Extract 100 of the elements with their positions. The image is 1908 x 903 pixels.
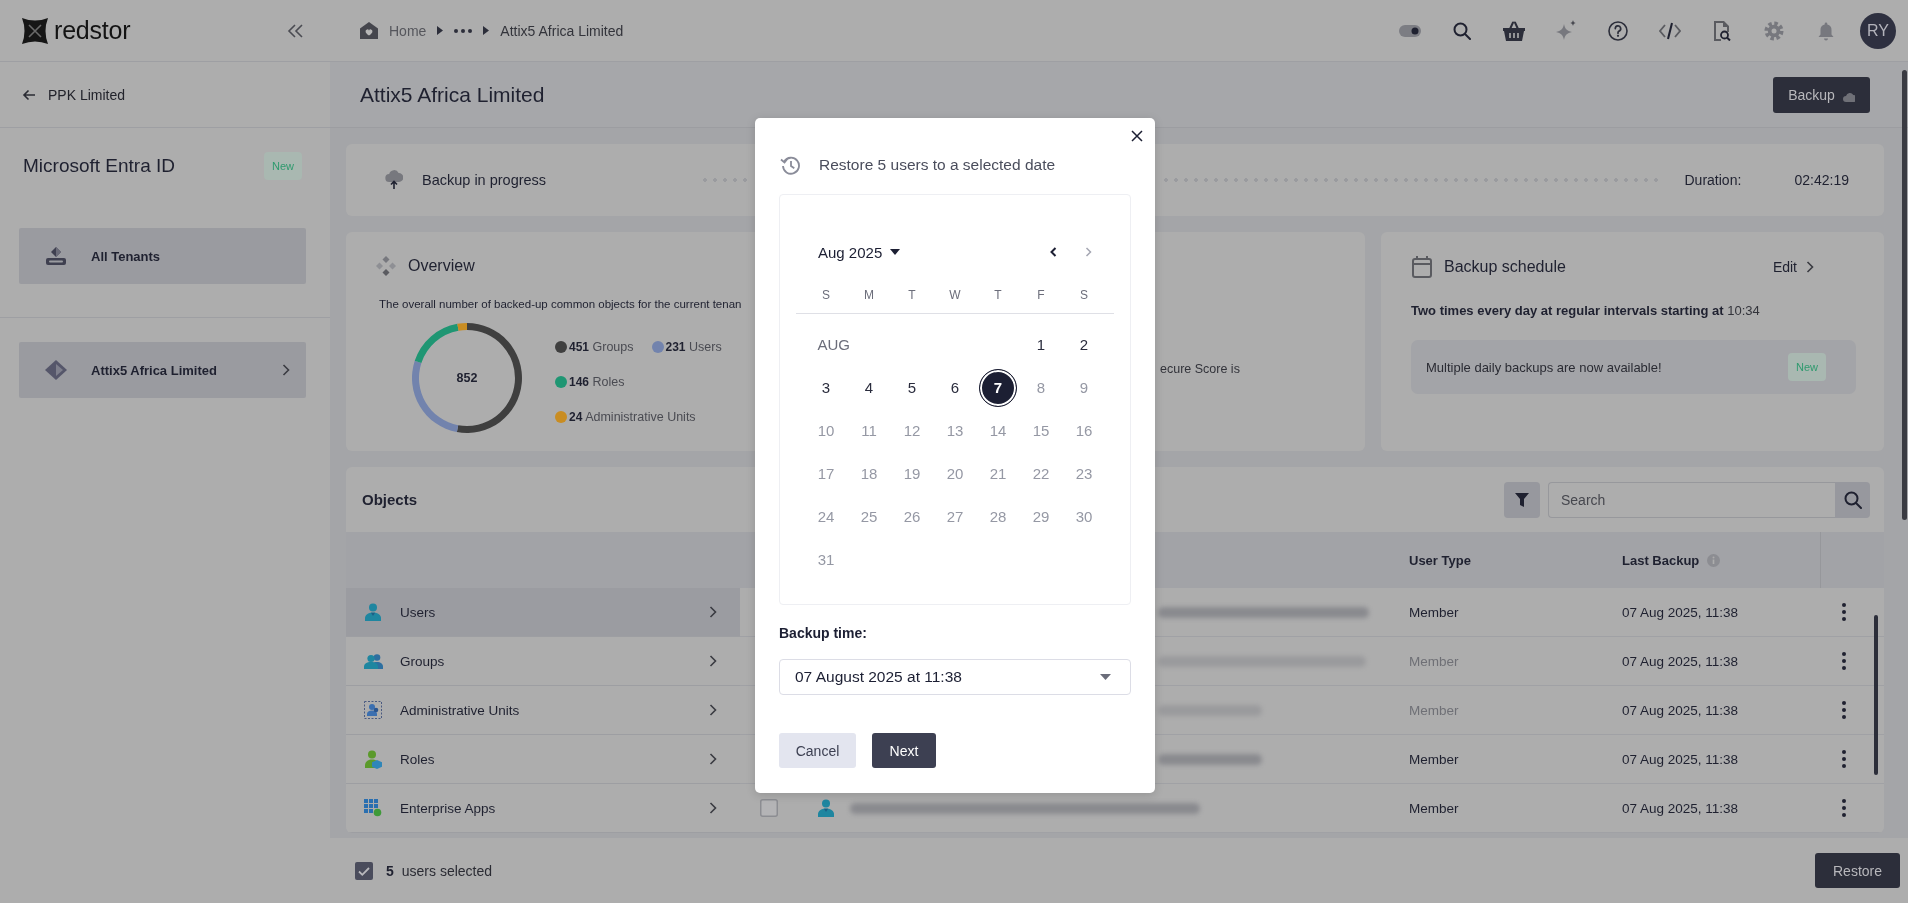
object-type-item[interactable]: Enterprise Apps bbox=[346, 784, 740, 833]
search-icon[interactable] bbox=[1453, 21, 1471, 40]
object-type-item[interactable]: Roles bbox=[346, 735, 740, 784]
time-select[interactable]: 07 August 2025 at 11:38 bbox=[779, 659, 1131, 695]
diamonds-icon bbox=[376, 256, 396, 276]
user-avatar[interactable]: RY bbox=[1860, 12, 1896, 49]
restore-button[interactable]: Restore bbox=[1815, 853, 1900, 888]
app-grid-icon bbox=[364, 799, 382, 817]
user-icon bbox=[365, 603, 381, 621]
kebab-menu-icon[interactable] bbox=[1842, 701, 1846, 719]
calendar-day[interactable]: 2 bbox=[1065, 325, 1103, 364]
history-icon bbox=[780, 155, 802, 175]
table-cell-text: Member bbox=[1408, 703, 1459, 718]
home-icon[interactable] bbox=[360, 22, 378, 39]
legend-label: 451 Groups bbox=[569, 340, 634, 354]
table-cell-text: 07 Aug 2025, 11:38 bbox=[1621, 654, 1739, 669]
logo-text: redstor bbox=[54, 16, 131, 45]
help-icon[interactable] bbox=[1608, 20, 1628, 41]
chevron-right-icon bbox=[709, 753, 717, 765]
kebab-menu-icon[interactable] bbox=[1842, 652, 1846, 670]
ellipsis-icon[interactable] bbox=[454, 28, 473, 33]
chevron-right-icon bbox=[282, 364, 290, 376]
weekday-label: S bbox=[1080, 288, 1088, 302]
calendar-icon bbox=[1412, 256, 1432, 278]
calendar-day[interactable]: 3 bbox=[807, 368, 845, 407]
search-field[interactable]: Search bbox=[1548, 481, 1835, 518]
sidebar-item[interactable]: All Tenants bbox=[19, 228, 306, 284]
object-type-item[interactable]: Groups bbox=[346, 637, 740, 686]
chevron-right-icon bbox=[709, 802, 717, 814]
toggle-icon[interactable] bbox=[1399, 24, 1421, 37]
schedule-summary: Two times every day at regular intervals starting at 10:34 bbox=[1411, 303, 1761, 319]
calendar-day[interactable]: 5 bbox=[893, 368, 931, 407]
collapse-icon[interactable] bbox=[287, 23, 303, 38]
table-cell-text: Member bbox=[1408, 605, 1459, 620]
backup-button[interactable]: Backup bbox=[1773, 76, 1870, 113]
donut-total: 852 bbox=[456, 371, 478, 385]
breadcrumb-link[interactable]: Home bbox=[389, 22, 427, 39]
cloud-upload-icon bbox=[385, 170, 403, 190]
column-header: User Type bbox=[1409, 552, 1471, 568]
caret-right-icon bbox=[483, 26, 490, 35]
filter-button[interactable] bbox=[1504, 481, 1540, 518]
calendar-day[interactable]: 7 bbox=[979, 368, 1017, 407]
kebab-menu-icon[interactable] bbox=[1842, 799, 1846, 817]
month-row-label: AUG bbox=[816, 336, 850, 353]
search-icon bbox=[1843, 490, 1862, 509]
duration-label: Duration: bbox=[1684, 172, 1742, 188]
weekday-label: W bbox=[949, 288, 961, 302]
basket-icon[interactable] bbox=[1503, 20, 1525, 41]
card-title: Overview bbox=[408, 257, 475, 275]
legend-label: 231 Users bbox=[665, 340, 722, 354]
scrollbar-thumb[interactable] bbox=[1902, 70, 1907, 520]
selected-count: 5 bbox=[386, 862, 394, 879]
scrollbar-thumb[interactable] bbox=[1874, 615, 1878, 775]
table-cell-text: 07 Aug 2025, 11:38 bbox=[1621, 605, 1739, 620]
diamond-icon bbox=[45, 360, 67, 380]
weekday-label: M bbox=[864, 288, 874, 302]
card-text: ecure Score is bbox=[1160, 362, 1240, 376]
chevron-right-icon bbox=[1806, 261, 1814, 273]
checkbox[interactable] bbox=[355, 861, 373, 880]
chevron-right-icon bbox=[709, 704, 717, 716]
legend-label: 146 Roles bbox=[569, 375, 625, 389]
month-select[interactable]: Aug 2025 bbox=[818, 243, 901, 261]
weekday-label: S bbox=[822, 288, 830, 302]
table-cell-text: Member bbox=[1408, 752, 1459, 767]
calendar-day[interactable]: 6 bbox=[936, 368, 974, 407]
edit-link[interactable]: Edit bbox=[1772, 259, 1814, 275]
section-title: Microsoft Entra ID bbox=[23, 155, 176, 177]
kebab-menu-icon[interactable] bbox=[1842, 750, 1846, 768]
search-button[interactable] bbox=[1835, 481, 1870, 518]
next-button[interactable]: Next bbox=[872, 733, 936, 768]
admin-unit-icon bbox=[364, 701, 382, 719]
breadcrumb-current: Attix5 Africa Limited bbox=[500, 22, 624, 39]
calendar-day[interactable]: 1 bbox=[1022, 325, 1060, 364]
table-cell-text: 07 Aug 2025, 11:38 bbox=[1621, 801, 1739, 816]
column-header: Last Backup bbox=[1622, 552, 1700, 568]
weekday-label: T bbox=[908, 288, 916, 302]
new-badge: New bbox=[264, 152, 302, 180]
document-search-icon[interactable] bbox=[1713, 20, 1731, 41]
users-icon bbox=[363, 653, 383, 669]
table-cell-text: 07 Aug 2025, 11:38 bbox=[1621, 752, 1739, 767]
object-type-item[interactable]: Users bbox=[346, 588, 740, 637]
logo-icon bbox=[22, 17, 48, 44]
calendar-day[interactable]: 4 bbox=[850, 368, 888, 407]
object-type-item[interactable]: Administrative Units bbox=[346, 686, 740, 735]
kebab-menu-icon[interactable] bbox=[1842, 603, 1846, 621]
arrow-left-icon bbox=[22, 88, 36, 101]
panel-title: Objects bbox=[362, 491, 418, 508]
caret-down-icon bbox=[1100, 674, 1111, 680]
new-badge: New bbox=[1788, 353, 1826, 381]
back-link[interactable]: PPK Limited bbox=[22, 86, 126, 103]
table-cell-text: 07 Aug 2025, 11:38 bbox=[1621, 703, 1739, 718]
close-icon[interactable] bbox=[1131, 130, 1143, 142]
cancel-button[interactable]: Cancel bbox=[779, 733, 856, 768]
checkbox[interactable] bbox=[760, 799, 778, 817]
page-title: Attix5 Africa Limited bbox=[360, 82, 545, 107]
chevron-left-icon[interactable] bbox=[1050, 247, 1057, 257]
user-icon bbox=[818, 799, 834, 817]
code-icon[interactable] bbox=[1659, 21, 1681, 40]
duration-value: 02:42:19 bbox=[1794, 172, 1849, 188]
sidebar-item[interactable]: Attix5 Africa Limited bbox=[19, 342, 306, 398]
